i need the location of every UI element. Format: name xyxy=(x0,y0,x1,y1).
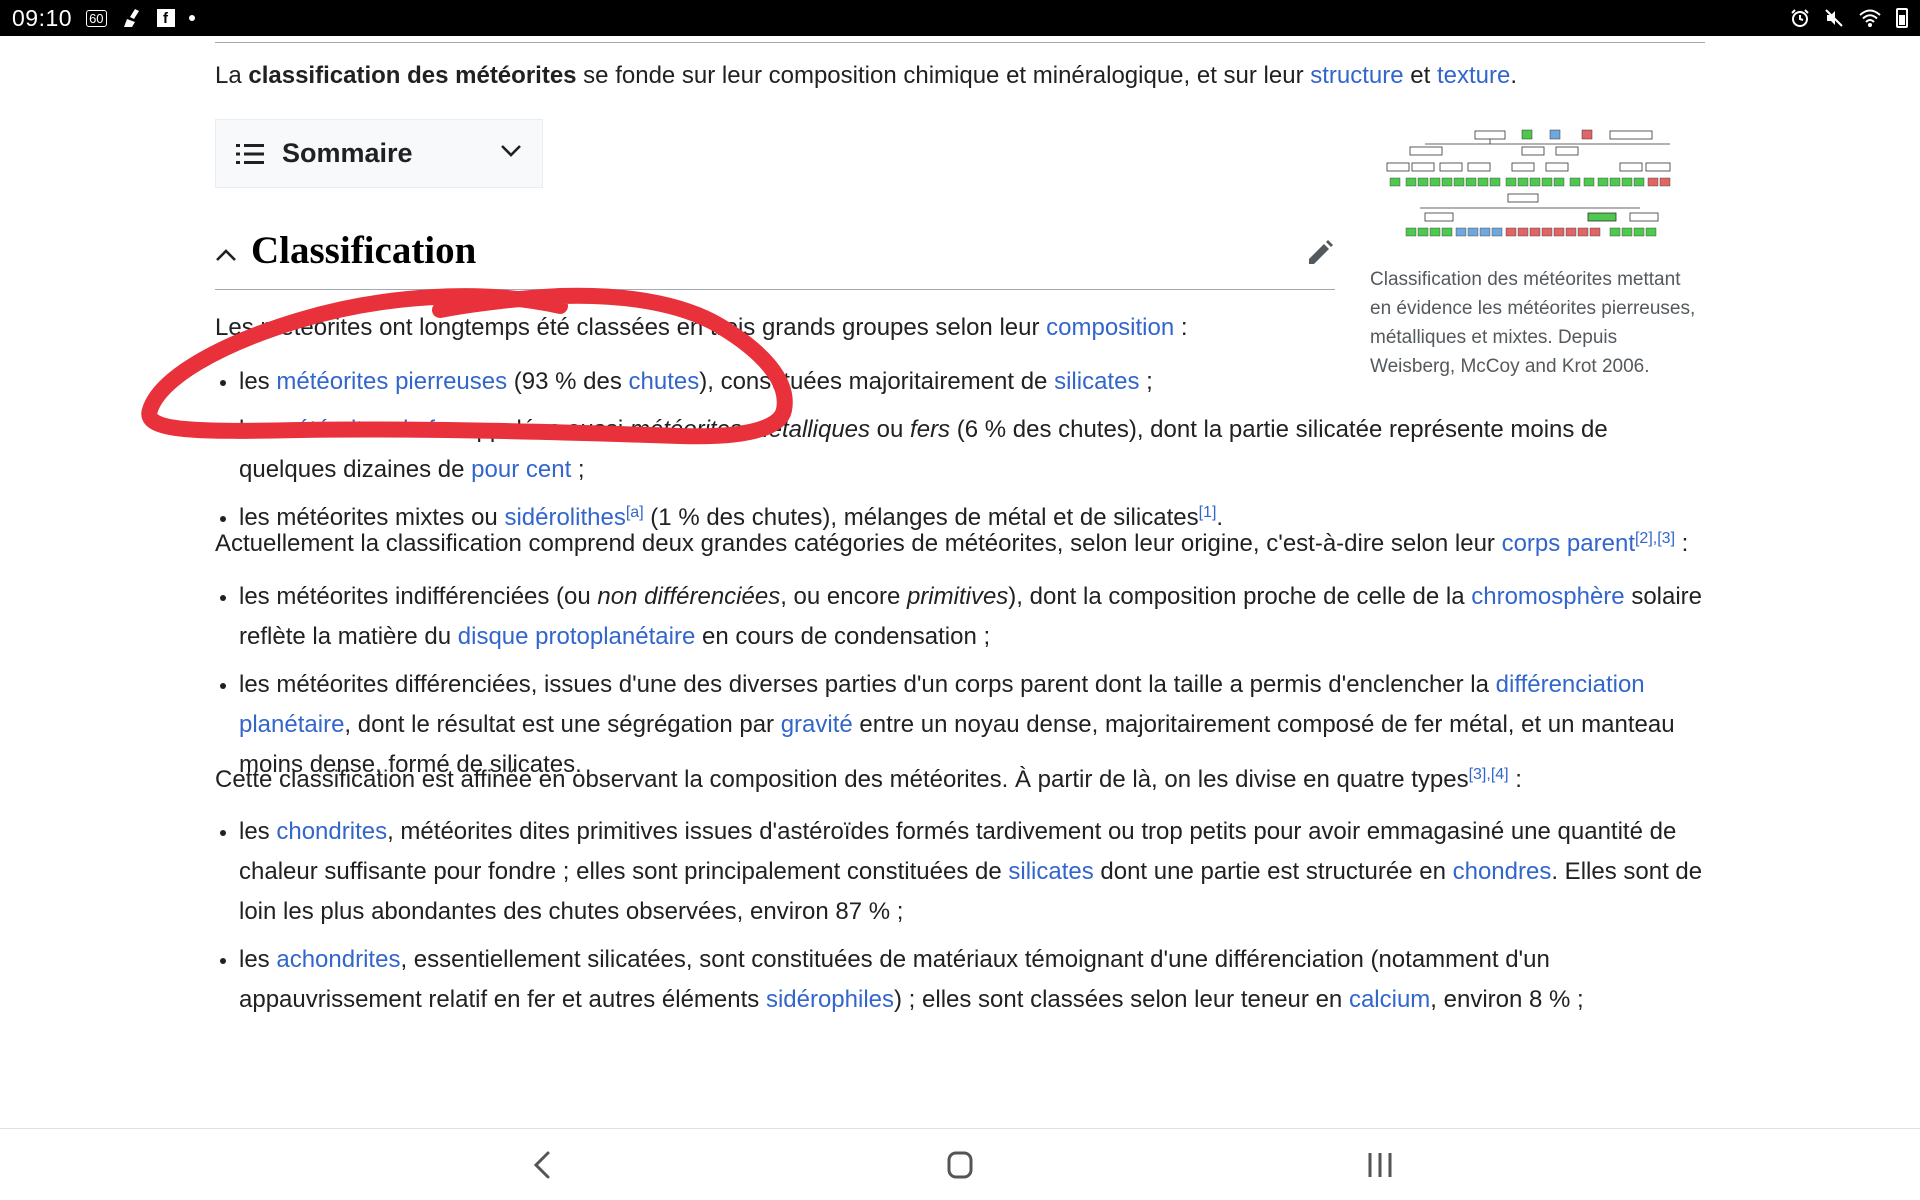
list-types: les chondrites, météorites dites primiti… xyxy=(215,812,1705,1020)
facebook-icon: f xyxy=(156,9,175,27)
back-nav-icon[interactable] xyxy=(522,1147,562,1183)
list-item: les achondrites, essentiellement silicat… xyxy=(215,940,1705,1020)
top-divider xyxy=(215,42,1705,43)
intro-bold: classification des météorites xyxy=(248,62,577,89)
link-disque-protoplanetaire[interactable]: disque protoplanétaire xyxy=(458,623,696,650)
figure-thumb[interactable]: Classification des météorites mettant en… xyxy=(1370,128,1705,381)
broom-icon xyxy=(123,9,139,27)
list-text: ; xyxy=(1139,368,1153,395)
link-chromosphere[interactable]: chromosphère xyxy=(1471,583,1624,610)
list-text: (93 % des xyxy=(507,368,629,395)
chevron-up-icon[interactable] xyxy=(215,248,237,262)
list-text: dont une partie est structurée en xyxy=(1093,858,1453,885)
edit-pencil-icon[interactable] xyxy=(1305,238,1335,268)
intro-text: et xyxy=(1403,62,1437,89)
list-text: en cours de condensation ; xyxy=(695,623,991,650)
footnote-3-4[interactable]: [3],[4] xyxy=(1469,766,1509,783)
link-chondres[interactable]: chondres xyxy=(1453,858,1552,885)
list-text: , environ 8 % ; xyxy=(1430,986,1584,1013)
recents-nav-icon[interactable] xyxy=(1360,1147,1400,1183)
list-text: appelées aussi xyxy=(456,416,630,443)
list-italic: primitives xyxy=(906,583,1009,610)
paragraph-types: Cette classification est affinée en obse… xyxy=(215,760,1522,800)
home-nav-icon[interactable] xyxy=(940,1147,980,1183)
mute-icon xyxy=(1825,9,1843,27)
link-structure[interactable]: structure xyxy=(1310,62,1403,89)
list-text: ou xyxy=(870,416,911,443)
list-text: ), constituées majoritairement de xyxy=(699,368,1055,395)
para-text: Actuellement la classification comprend … xyxy=(215,530,1502,557)
list-item: les météorites pierreuses (93 % des chut… xyxy=(215,362,1705,402)
link-composition[interactable]: composition xyxy=(1046,314,1174,341)
intro-text: se fonde sur leur composition chimique e… xyxy=(576,62,1311,89)
list-text: les météorites indifférenciées (ou xyxy=(239,583,598,610)
link-silicates[interactable]: silicates xyxy=(1054,368,1139,395)
intro-paragraph: La classification des météorites se fond… xyxy=(215,58,1517,94)
footnote-2-3[interactable]: [2],[3] xyxy=(1635,530,1675,547)
link-texture[interactable]: texture xyxy=(1437,62,1510,89)
list-item: les chondrites, météorites dites primiti… xyxy=(215,812,1705,932)
intro-text: La xyxy=(215,62,249,89)
toc-title: Sommaire xyxy=(282,138,413,168)
link-silicates-2[interactable]: silicates xyxy=(1008,858,1093,885)
para-text: Les météorites ont longtemps été classée… xyxy=(215,314,1047,341)
link-corps-parent[interactable]: corps parent xyxy=(1502,530,1635,557)
list-text: les météorites différenciées, issues d'u… xyxy=(239,671,1496,698)
para-text: : xyxy=(1675,530,1689,557)
list-text: les xyxy=(239,946,277,973)
para-text: : xyxy=(1508,766,1522,793)
hd-badge-icon: 60 xyxy=(86,9,107,27)
link-calcium[interactable]: calcium xyxy=(1349,986,1430,1013)
list-italic: fers xyxy=(910,416,951,443)
list-italic: non différenciées xyxy=(597,583,781,610)
alarm-icon xyxy=(1791,9,1809,27)
list-item: les météorites indifférenciées (ou non d… xyxy=(215,577,1705,657)
list-text: , dont le résultat est une ségrégation p… xyxy=(344,711,781,738)
status-bar: 09:10 60 f xyxy=(0,0,1920,36)
list-text: ; xyxy=(571,456,585,483)
section-header: Classification xyxy=(215,228,1335,290)
status-bar-right xyxy=(1790,8,1908,28)
link-gravite[interactable]: gravité xyxy=(781,711,853,738)
link-chutes[interactable]: chutes xyxy=(629,368,700,395)
status-bar-left: 09:10 60 f xyxy=(12,5,195,32)
navigation-bar xyxy=(0,1128,1920,1200)
classification-diagram-image[interactable] xyxy=(1370,128,1700,246)
link-achondrites[interactable]: achondrites xyxy=(276,946,400,973)
footnote-a[interactable]: [a] xyxy=(626,504,644,521)
paragraph-groups: Les météorites ont longtemps été classée… xyxy=(215,308,1188,348)
intro-text: . xyxy=(1510,62,1518,89)
footnote-1[interactable]: [1] xyxy=(1199,504,1217,521)
link-pour-cent[interactable]: pour cent xyxy=(471,456,571,483)
para-text: : xyxy=(1174,314,1188,341)
list-groups: les météorites pierreuses (93 % des chut… xyxy=(215,362,1705,538)
link-meteorites-pierreuses[interactable]: météorites pierreuses xyxy=(276,368,507,395)
link-meteorites-de-fer[interactable]: météorites de fer xyxy=(276,416,456,443)
toc-toggle[interactable]: Sommaire xyxy=(215,119,543,188)
list-item: les météorites de fer appelées aussi mét… xyxy=(215,410,1705,490)
list-categories: les météorites indifférenciées (ou non d… xyxy=(215,577,1705,785)
list-text: , ou encore xyxy=(780,583,907,610)
link-chondrites[interactable]: chondrites xyxy=(276,818,387,845)
list-text: ) ; elles sont classées selon leur teneu… xyxy=(894,986,1349,1013)
battery-icon xyxy=(1896,8,1908,28)
dot-icon xyxy=(188,15,195,21)
wifi-icon xyxy=(1859,9,1881,27)
list-italic: météorites métalliques xyxy=(629,416,871,443)
list-text: ), dont la composition proche de celle d… xyxy=(1008,583,1472,610)
list-text: les xyxy=(239,416,277,443)
link-siderophiles[interactable]: sidérophiles xyxy=(766,986,894,1013)
list-text: les xyxy=(239,368,277,395)
para-text: Cette classification est affinée en obse… xyxy=(215,766,1469,793)
paragraph-categories: Actuellement la classification comprend … xyxy=(215,524,1688,564)
list-icon xyxy=(236,143,264,164)
section-title[interactable]: Classification xyxy=(251,228,476,273)
chevron-down-icon xyxy=(501,145,521,157)
status-time: 09:10 xyxy=(12,4,73,31)
article-content: La classification des météorites se fond… xyxy=(215,36,1705,1128)
list-text: les xyxy=(239,818,277,845)
